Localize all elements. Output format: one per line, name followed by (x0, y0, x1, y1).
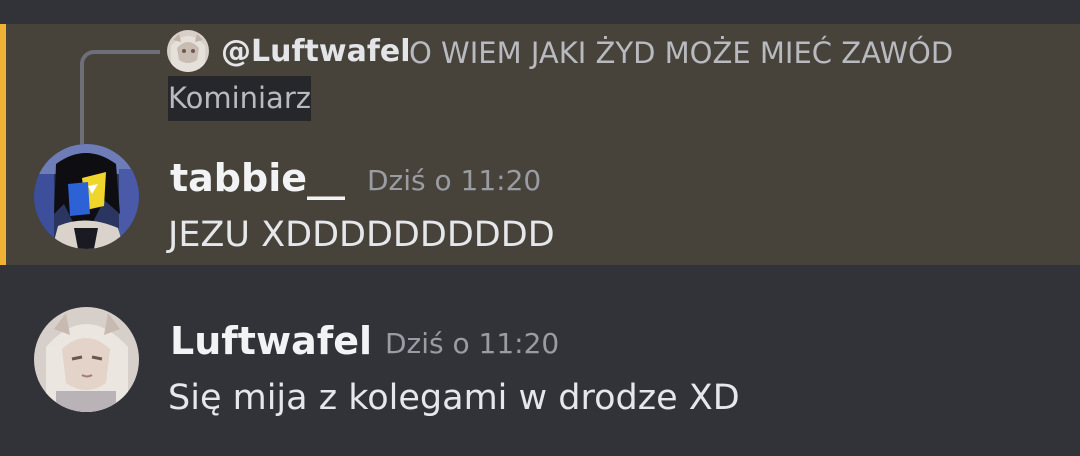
reply-avatar-icon[interactable] (167, 30, 209, 72)
message-timestamp: Dziś o 11:20 (385, 327, 560, 360)
reply-preview-text[interactable]: O WIEM JAKI ŻYD MOŻE MIEĆ ZAWÓD (409, 35, 953, 71)
mention-highlight-bar (0, 24, 6, 265)
luftwafel-avatar-icon[interactable] (34, 307, 139, 412)
chat-view: @Luftwafel O WIEM JAKI ŻYD MOŻE MIEĆ ZAW… (0, 0, 1080, 456)
message-item-highlighted[interactable]: @Luftwafel O WIEM JAKI ŻYD MOŻE MIEĆ ZAW… (0, 24, 1080, 265)
message-author-name[interactable]: Luftwafel (170, 318, 372, 364)
message-content: Się mija z kolegami w drodze XD (168, 378, 740, 418)
reply-preview-text-continuation[interactable]: Kominiarz (168, 76, 311, 121)
message-author-name[interactable]: tabbie__ (170, 155, 345, 201)
tabbie-avatar-icon[interactable] (34, 144, 139, 249)
message-content: JEZU XDDDDDDDDDD (168, 215, 555, 255)
reply-spine-connector (80, 50, 160, 156)
reply-author-name[interactable]: @Luftwafel (221, 34, 411, 70)
message-timestamp: Dziś o 11:20 (367, 164, 542, 197)
